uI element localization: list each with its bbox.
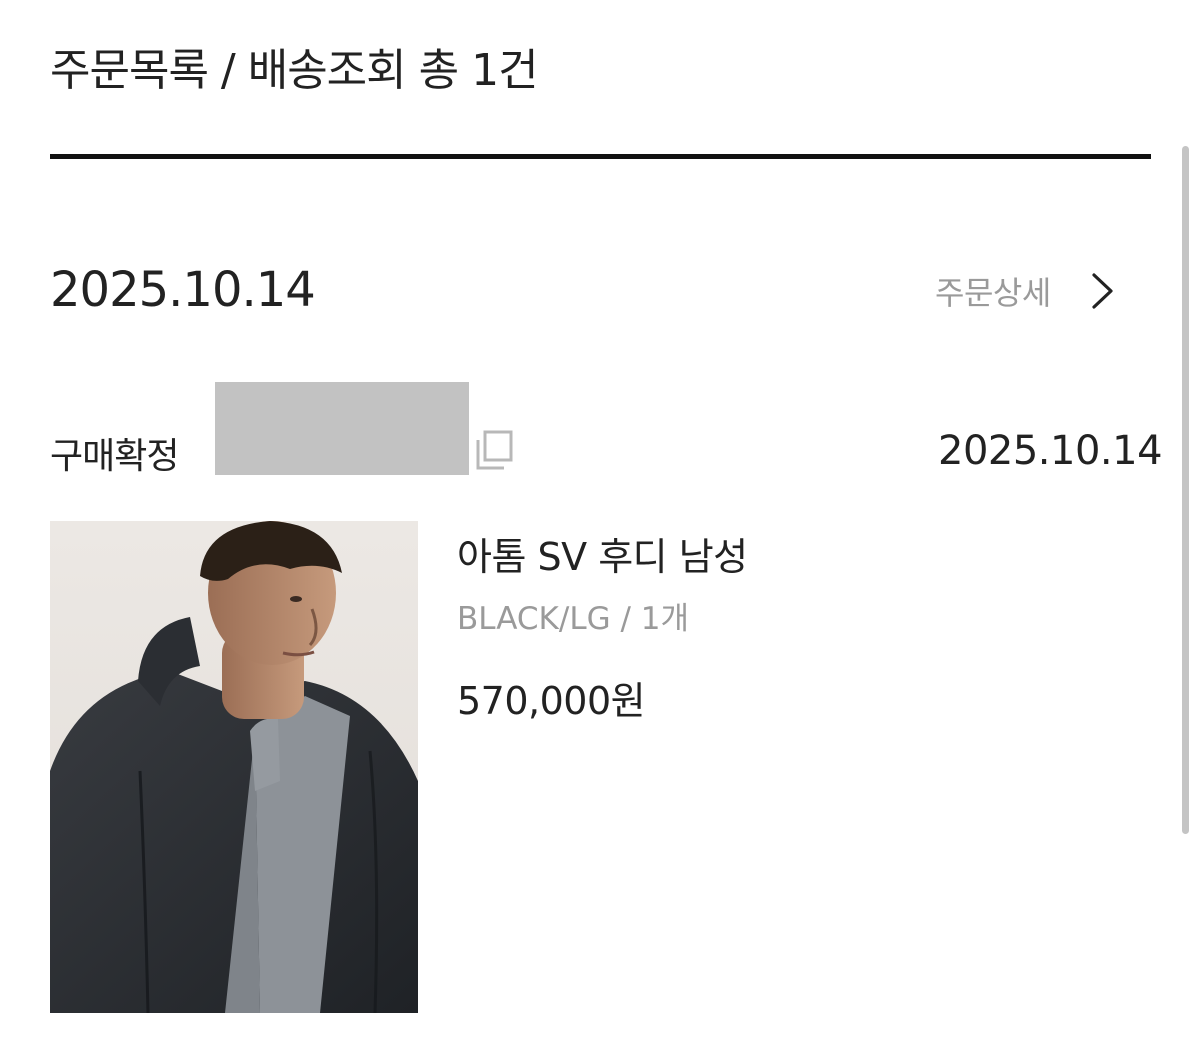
title-divider — [50, 154, 1151, 159]
product-option: BLACK/LG / 1개 — [457, 601, 690, 637]
product-name[interactable]: 아톰 SV 후디 남성 — [457, 526, 748, 581]
order-date: 2025.10.14 — [50, 262, 316, 318]
redacted-order-number — [215, 382, 469, 475]
status-date: 2025.10.14 — [938, 428, 1163, 474]
product-image[interactable] — [50, 521, 418, 1013]
order-detail-label: 주문상세 — [935, 274, 1051, 312]
order-detail-link[interactable]: 주문상세 — [935, 268, 1117, 314]
product-price: 570,000원 — [457, 679, 646, 723]
copy-icon[interactable] — [472, 428, 516, 474]
chevron-right-icon — [1087, 270, 1117, 312]
page-title: 주문목록 / 배송조회 총 1건 — [50, 45, 539, 96]
order-status: 구매확정 — [50, 436, 179, 477]
scrollbar[interactable] — [1182, 146, 1189, 834]
